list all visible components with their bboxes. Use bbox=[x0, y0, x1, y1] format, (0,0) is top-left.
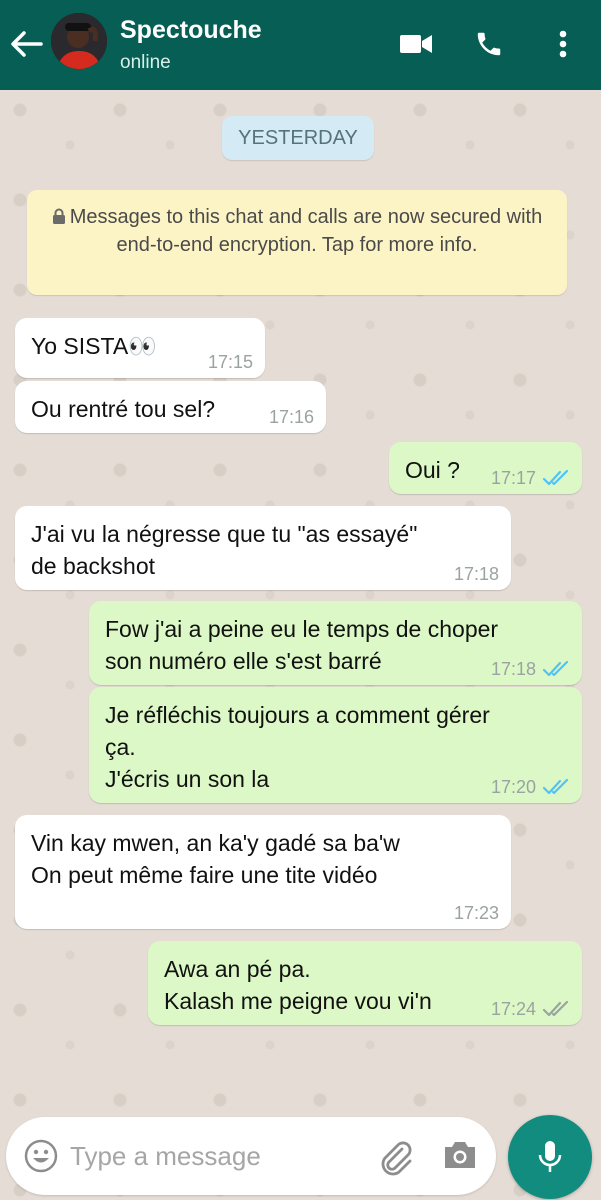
back-arrow-icon[interactable] bbox=[6, 24, 46, 64]
message-time: 17:23 bbox=[453, 903, 499, 923]
message-text: J'ai vu la négresse que tu "as essayé" d… bbox=[31, 521, 418, 579]
mic-icon bbox=[538, 1141, 562, 1172]
read-receipt-icon bbox=[542, 660, 569, 677]
message-time: 17:15 bbox=[207, 352, 253, 372]
contact-name[interactable]: Spectouche bbox=[120, 16, 262, 45]
video-call-icon[interactable] bbox=[394, 22, 438, 66]
message-composer bbox=[6, 1117, 496, 1195]
attach-icon[interactable] bbox=[376, 1137, 416, 1182]
message-bubble[interactable]: Vin kay mwen, an ka'y gadé sa ba'w On pe… bbox=[15, 815, 511, 929]
security-notice[interactable]: Messages to this chat and calls are now … bbox=[27, 190, 567, 295]
message-bubble[interactable]: Yo SISTA👀 17:15 bbox=[15, 318, 265, 378]
message-time: 17:18 bbox=[453, 564, 499, 584]
phone-icon[interactable] bbox=[467, 22, 511, 66]
message-bubble[interactable]: Awa an pé pa. Kalash me peigne vou vi'n … bbox=[148, 941, 582, 1025]
message-bubble[interactable]: Ou rentré tou sel? 17:16 bbox=[15, 381, 326, 433]
message-input[interactable] bbox=[70, 1135, 360, 1177]
message-text: Vin kay mwen, an ka'y gadé sa ba'w On pe… bbox=[31, 830, 400, 888]
mic-button[interactable] bbox=[508, 1115, 592, 1199]
chat-header: Spectouche online bbox=[0, 0, 601, 90]
delivered-receipt-icon bbox=[542, 1000, 569, 1017]
read-receipt-icon bbox=[542, 469, 569, 486]
emoji-icon[interactable] bbox=[24, 1139, 58, 1178]
camera-icon[interactable] bbox=[442, 1139, 478, 1176]
message-time: 17:17 bbox=[490, 468, 536, 488]
message-bubble[interactable]: Fow j'ai a peine eu le temps de choper s… bbox=[89, 601, 582, 685]
message-bubble[interactable]: J'ai vu la négresse que tu "as essayé" d… bbox=[15, 506, 511, 590]
message-time: 17:20 bbox=[490, 777, 536, 797]
avatar[interactable] bbox=[51, 13, 107, 69]
lock-icon bbox=[52, 205, 66, 232]
message-time: 17:18 bbox=[490, 659, 536, 679]
message-time: 17:24 bbox=[490, 999, 536, 1019]
message-time: 17:16 bbox=[268, 407, 314, 427]
message-bubble[interactable]: Oui ? 17:17 bbox=[389, 442, 582, 494]
contact-status: online bbox=[120, 52, 171, 73]
date-label: YESTERDAY bbox=[222, 116, 374, 160]
read-receipt-icon bbox=[542, 778, 569, 795]
chat-area[interactable]: YESTERDAY Messages to this chat and call… bbox=[0, 90, 601, 1200]
security-notice-text: Messages to this chat and calls are now … bbox=[69, 206, 543, 256]
more-vert-icon[interactable] bbox=[541, 22, 585, 66]
message-bubble[interactable]: Je réfléchis toujours a comment gérer ça… bbox=[89, 687, 582, 803]
